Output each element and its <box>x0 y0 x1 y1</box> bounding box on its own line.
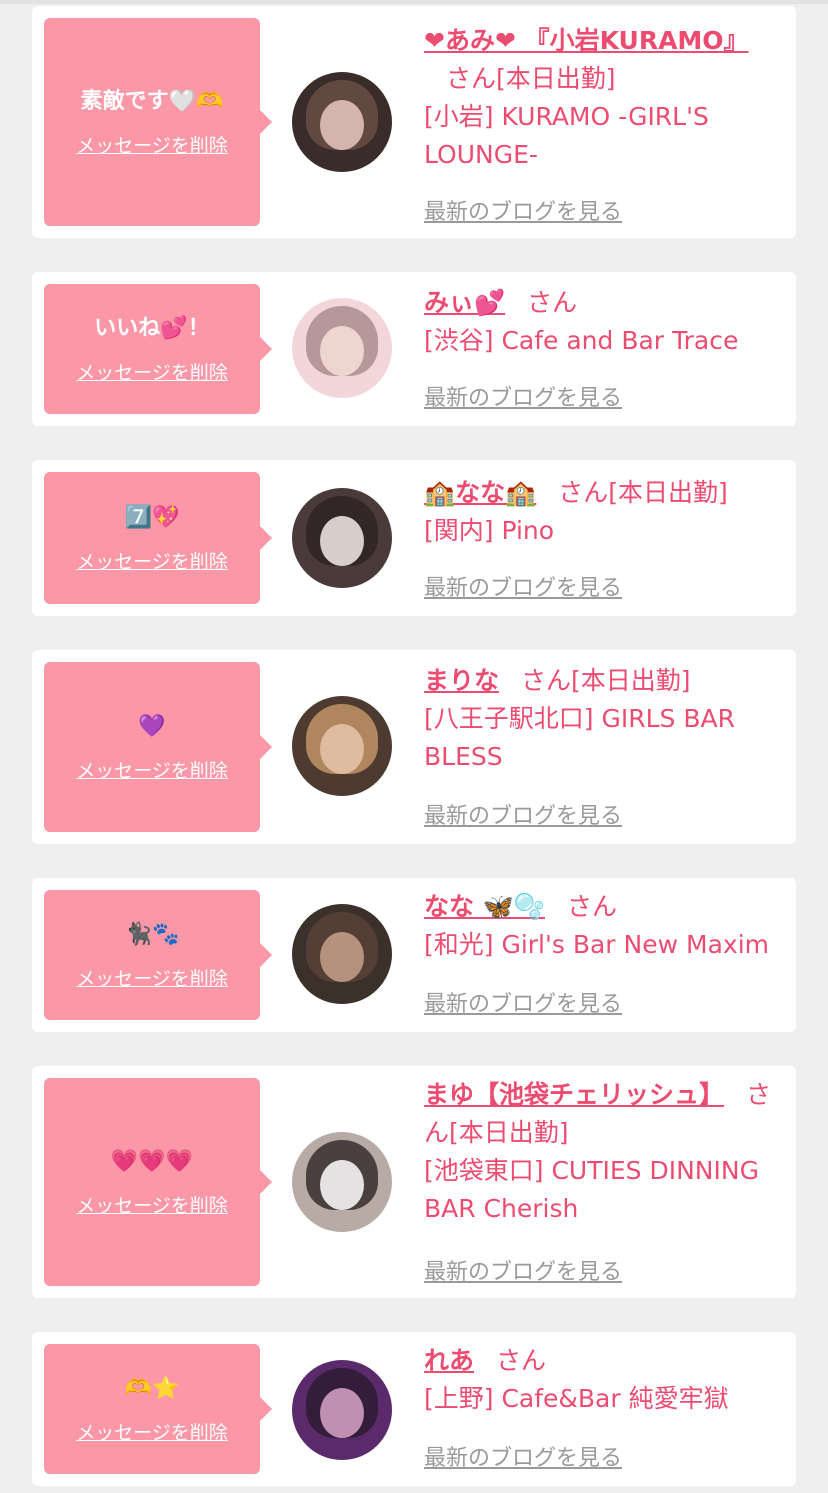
message-text: 7️⃣💖 <box>124 504 180 530</box>
avatar-face <box>320 1388 364 1438</box>
cast-name-link[interactable]: なな 🦋🫧 <box>424 892 545 921</box>
cast-info: 🏫なな🏫 さん[本日出勤] [関内] Pino <box>424 474 780 550</box>
favorite-card: 💗💗💗 メッセージを削除 まゆ【池袋チェリッシュ】 さん[本日出勤] [池袋東口]… <box>32 1066 796 1298</box>
cast-suffix: さん[本日出勤] <box>558 478 728 507</box>
latest-blog-link[interactable]: 最新のブログを見る <box>424 194 622 226</box>
delete-message-link[interactable]: メッセージを削除 <box>76 358 228 385</box>
favorite-card: 🐈‍⬛🐾 メッセージを削除 なな 🦋🫧 さん [和光] Girl's Bar Ne… <box>32 878 796 1032</box>
cast-suffix: さん <box>527 288 578 317</box>
cast-suffix: さん <box>566 892 617 921</box>
delete-message-link[interactable]: メッセージを削除 <box>76 1418 228 1445</box>
latest-blog-link[interactable]: 最新のブログを見る <box>424 380 622 412</box>
message-bubble: 7️⃣💖 メッセージを削除 <box>44 472 272 604</box>
cast-suffix: さん[本日出勤] <box>521 666 691 695</box>
latest-blog-link[interactable]: 最新のブログを見る <box>424 986 622 1018</box>
latest-blog-link[interactable]: 最新のブログを見る <box>424 1254 622 1286</box>
latest-blog-link[interactable]: 最新のブログを見る <box>424 798 622 830</box>
cast-name-link[interactable]: まりな <box>424 666 499 695</box>
favorite-card: 素敵です🤍🫶 メッセージを削除 ❤あみ❤ 『小岩KURAMO』さん[本日出勤] … <box>32 6 796 238</box>
cast-info: まりな さん[本日出勤] [八王子駅北口] GIRLS BAR BLESS <box>424 662 780 776</box>
favorite-card: 💜 メッセージを削除 まりな さん[本日出勤] [八王子駅北口] GIRLS BA… <box>32 650 796 844</box>
cast-suffix: さん <box>496 1346 547 1375</box>
message-text: 素敵です🤍🫶 <box>80 88 224 114</box>
message-bubble: 🫶⭐ メッセージを削除 <box>44 1344 272 1474</box>
cast-info: みぃ💕 さん [渋谷] Cafe and Bar Trace <box>424 284 780 360</box>
avatar-face <box>320 724 364 774</box>
message-bubble: 💗💗💗 メッセージを削除 <box>44 1078 272 1286</box>
latest-blog-link[interactable]: 最新のブログを見る <box>424 570 622 602</box>
delete-message-link[interactable]: メッセージを削除 <box>76 1191 228 1218</box>
shop-name: [八王子駅北口] GIRLS BAR BLESS <box>424 704 735 771</box>
avatar-face <box>320 932 364 982</box>
favorite-card: いいね💕！ メッセージを削除 みぃ💕 さん [渋谷] Cafe and Bar T… <box>32 272 796 426</box>
message-text: 🐈‍⬛🐾 <box>124 921 180 947</box>
avatar-face <box>320 326 364 376</box>
avatar-face <box>320 1160 364 1210</box>
cast-info: れあ さん [上野] Cafe&Bar 純愛牢獄 <box>424 1342 780 1418</box>
message-text: 💜 <box>138 713 166 739</box>
shop-name: [小岩] KURAMO -GIRL'S LOUNGE- <box>424 102 709 169</box>
delete-message-link[interactable]: メッセージを削除 <box>76 756 228 783</box>
shop-name: [関内] Pino <box>424 516 555 545</box>
favorite-card: 🫶⭐ メッセージを削除 れあ さん [上野] Cafe&Bar 純愛牢獄 最新のブ… <box>32 1332 796 1486</box>
avatar[interactable] <box>292 72 392 172</box>
shop-name: [渋谷] Cafe and Bar Trace <box>424 326 739 355</box>
cast-name-link[interactable]: みぃ💕 <box>424 288 505 317</box>
avatar[interactable] <box>292 1132 392 1232</box>
top-divider <box>0 0 828 4</box>
message-bubble: 素敵です🤍🫶 メッセージを削除 <box>44 18 272 226</box>
avatar-face <box>320 100 364 150</box>
delete-message-link[interactable]: メッセージを削除 <box>76 547 228 574</box>
message-text: いいね💕！ <box>94 315 210 341</box>
message-text: 🫶⭐ <box>124 1375 180 1401</box>
message-bubble: 💜 メッセージを削除 <box>44 662 272 832</box>
shop-name: [池袋東口] CUTIES DINNING BAR Cherish <box>424 1156 759 1223</box>
delete-message-link[interactable]: メッセージを削除 <box>76 131 228 158</box>
avatar[interactable] <box>292 488 392 588</box>
cast-name-link[interactable]: まゆ【池袋チェリッシュ】 <box>424 1080 724 1109</box>
shop-name: [和光] Girl's Bar New Maxim <box>424 930 769 959</box>
avatar[interactable] <box>292 298 392 398</box>
avatar[interactable] <box>292 696 392 796</box>
favorite-card: 7️⃣💖 メッセージを削除 🏫なな🏫 さん[本日出勤] [関内] Pino 最新の… <box>32 460 796 616</box>
avatar-face <box>320 516 364 566</box>
cast-info: なな 🦋🫧 さん [和光] Girl's Bar New Maxim <box>424 888 780 964</box>
cast-info: ❤あみ❤ 『小岩KURAMO』さん[本日出勤] [小岩] KURAMO -GIR… <box>424 22 780 174</box>
cast-name-link[interactable]: れあ <box>424 1346 474 1375</box>
delete-message-link[interactable]: メッセージを削除 <box>76 964 228 991</box>
latest-blog-link[interactable]: 最新のブログを見る <box>424 1440 622 1472</box>
avatar[interactable] <box>292 1360 392 1460</box>
cast-info: まゆ【池袋チェリッシュ】 さん[本日出勤] [池袋東口] CUTIES DINNI… <box>424 1076 780 1228</box>
cast-name-link[interactable]: 🏫なな🏫 <box>424 478 536 507</box>
message-bubble: いいね💕！ メッセージを削除 <box>44 284 272 414</box>
cast-name-link[interactable]: ❤あみ❤ 『小岩KURAMO』 <box>424 26 749 55</box>
shop-name: [上野] Cafe&Bar 純愛牢獄 <box>424 1384 729 1413</box>
message-text: 💗💗💗 <box>110 1148 194 1174</box>
message-bubble: 🐈‍⬛🐾 メッセージを削除 <box>44 890 272 1020</box>
avatar[interactable] <box>292 904 392 1004</box>
cast-suffix: さん[本日出勤] <box>446 64 616 93</box>
